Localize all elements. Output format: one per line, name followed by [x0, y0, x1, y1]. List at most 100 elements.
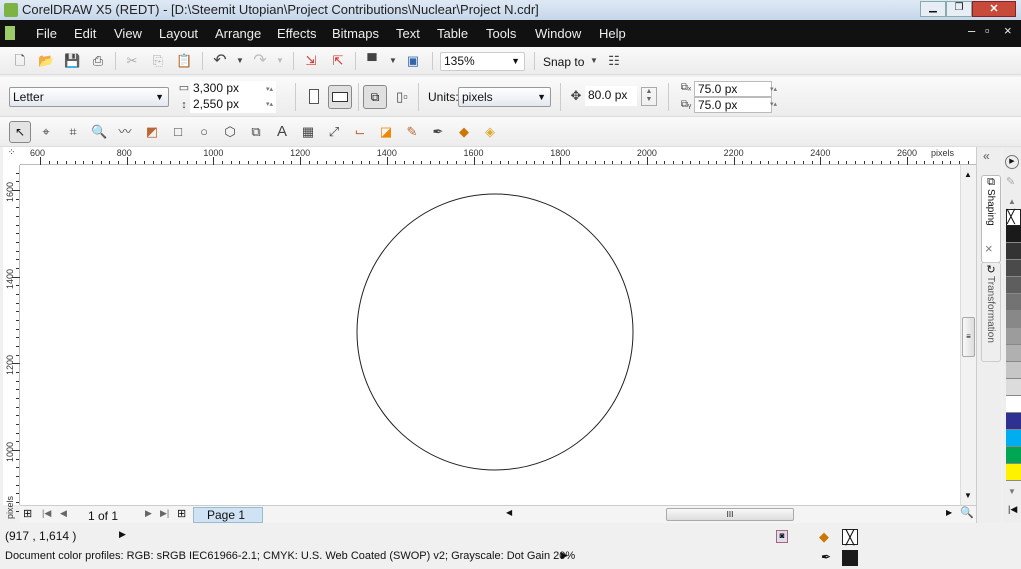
- ellipse-tool-icon[interactable]: ○: [196, 124, 212, 140]
- first-page-icon[interactable]: |◀: [42, 508, 51, 519]
- no-color-swatch[interactable]: ╳: [1006, 209, 1021, 226]
- scroll-down-icon[interactable]: ▼: [964, 491, 972, 500]
- palette-expand-icon[interactable]: |◀: [1008, 504, 1017, 515]
- profiles-expand-icon[interactable]: ▶: [561, 550, 568, 561]
- open-icon[interactable]: 📂: [38, 53, 54, 69]
- paste-icon[interactable]: 📋: [176, 53, 192, 69]
- menu-view[interactable]: View: [114, 26, 142, 41]
- color-swatch[interactable]: [1006, 362, 1021, 379]
- close-button[interactable]: ✕: [972, 1, 1016, 17]
- color-swatch[interactable]: [1006, 277, 1021, 294]
- scroll-left-icon[interactable]: ◀: [506, 508, 512, 517]
- outline-color-swatch[interactable]: [842, 550, 858, 566]
- horizontal-ruler[interactable]: 600 800 1000 1200 1400 1600 1800 2000 2200 2400 26…: [20, 147, 987, 165]
- menu-arrange[interactable]: Arrange: [215, 26, 261, 41]
- palette-scroll-up-icon[interactable]: ▲: [1008, 197, 1016, 206]
- circle-shape[interactable]: [356, 193, 634, 471]
- menu-help[interactable]: Help: [599, 26, 626, 41]
- zoom-navigator-icon[interactable]: 🔍: [960, 506, 974, 519]
- eyedropper-tool-icon[interactable]: ✎: [404, 124, 420, 140]
- palette-scroll-down-icon[interactable]: ▼: [1008, 487, 1016, 496]
- snap-to-button[interactable]: Snap to: [543, 55, 584, 69]
- coords-expand-icon[interactable]: ▶: [119, 529, 126, 540]
- portrait-button[interactable]: [309, 89, 319, 104]
- color-profiles-text[interactable]: Document color profiles: RGB: sRGB IEC61…: [5, 550, 575, 562]
- close-docker-icon[interactable]: ×: [985, 241, 993, 256]
- page-height-field[interactable]: 2,550 px: [190, 97, 276, 113]
- color-swatch[interactable]: [1006, 413, 1021, 430]
- shape-tool-icon[interactable]: ⌖: [38, 124, 54, 140]
- docker-tab-transformation[interactable]: ↻ Transformation: [981, 262, 1001, 362]
- nudge-spinner[interactable]: ▲ ▼: [641, 87, 657, 106]
- new-document-icon[interactable]: 🗋: [12, 53, 28, 69]
- menu-tools[interactable]: Tools: [486, 26, 516, 41]
- pick-tool-icon[interactable]: ↖: [9, 121, 31, 143]
- cut-icon[interactable]: ✂: [124, 53, 140, 69]
- polygon-tool-icon[interactable]: ⬡: [222, 124, 238, 140]
- menu-text[interactable]: Text: [396, 26, 420, 41]
- next-page-icon[interactable]: ▶: [145, 508, 152, 519]
- menu-layout[interactable]: Layout: [159, 26, 198, 41]
- palette-eyedropper-icon[interactable]: ✎: [1006, 175, 1015, 188]
- previous-page-icon[interactable]: ◀: [60, 508, 67, 519]
- duplicate-y-field[interactable]: 75.0 px: [694, 97, 772, 113]
- menu-edit[interactable]: Edit: [74, 26, 96, 41]
- zoom-tool-icon[interactable]: 🔍: [91, 124, 107, 140]
- smart-fill-tool-icon[interactable]: ◩: [144, 124, 160, 140]
- welcome-screen-icon[interactable]: ▣: [405, 53, 421, 69]
- undo-dropdown-icon[interactable]: ▼: [232, 53, 248, 69]
- duplicate-x-field[interactable]: 75.0 px: [694, 81, 772, 97]
- horizontal-scroll-thumb[interactable]: III: [666, 508, 794, 521]
- duplicate-spinner[interactable]: ▾▴ ▾▴: [770, 82, 790, 112]
- options-icon[interactable]: ☷: [606, 53, 622, 69]
- no-fill-swatch[interactable]: ╳: [842, 529, 858, 545]
- export-icon[interactable]: ⇱: [330, 53, 346, 69]
- rectangle-tool-icon[interactable]: □: [170, 124, 186, 140]
- menu-file[interactable]: File: [36, 26, 57, 41]
- color-swatch[interactable]: [1006, 311, 1021, 328]
- crop-tool-icon[interactable]: ⌗: [65, 124, 81, 140]
- table-tool-icon[interactable]: ▦: [300, 124, 316, 140]
- save-icon[interactable]: 💾: [64, 53, 80, 69]
- collapse-docker-icon[interactable]: «: [983, 149, 990, 163]
- vertical-scroll-thumb[interactable]: ≡: [962, 317, 975, 357]
- connector-tool-icon[interactable]: ⌙: [352, 124, 368, 140]
- doc-close-button[interactable]: ×: [1004, 23, 1012, 38]
- copy-icon[interactable]: ⎘: [150, 53, 166, 69]
- ruler-origin[interactable]: ⁘: [3, 147, 20, 165]
- add-page-before-icon[interactable]: ⊞: [23, 507, 32, 520]
- landscape-button[interactable]: [328, 85, 352, 109]
- menu-effects[interactable]: Effects: [277, 26, 317, 41]
- fill-tool-icon[interactable]: ◆: [456, 124, 472, 140]
- launcher-dropdown-icon[interactable]: ▼: [385, 53, 401, 69]
- color-swatch[interactable]: [1006, 396, 1021, 413]
- color-swatch[interactable]: [1006, 430, 1021, 447]
- print-icon[interactable]: ⎙: [90, 53, 106, 69]
- maximize-button[interactable]: ❐: [946, 1, 972, 17]
- vertical-ruler[interactable]: 1600 1400 1200 1000 pixels: [3, 165, 20, 519]
- page-size-select[interactable]: Letter ▼: [9, 87, 169, 107]
- application-launcher-icon[interactable]: ▀: [364, 53, 380, 69]
- snap-dropdown-icon[interactable]: ▼: [586, 53, 602, 69]
- add-page-after-icon[interactable]: ⊞: [177, 507, 186, 520]
- color-swatch[interactable]: [1006, 260, 1021, 277]
- color-swatch[interactable]: [1006, 464, 1021, 481]
- size-spinner[interactable]: ▾▴ ▾▴: [266, 82, 286, 112]
- scroll-up-icon[interactable]: ▲: [964, 170, 972, 179]
- blend-tool-icon[interactable]: ◪: [378, 124, 394, 140]
- page-width-field[interactable]: 3,300 px: [190, 81, 276, 97]
- all-pages-button[interactable]: ⧉: [363, 85, 387, 109]
- dimension-tool-icon[interactable]: ⤢: [326, 124, 342, 140]
- redo-icon[interactable]: ↷: [252, 53, 268, 69]
- units-select[interactable]: pixels ▼: [458, 87, 551, 107]
- color-swatch[interactable]: [1006, 345, 1021, 362]
- menu-window[interactable]: Window: [535, 26, 581, 41]
- redo-dropdown-icon[interactable]: ▼: [272, 53, 288, 69]
- color-swatch[interactable]: [1006, 294, 1021, 311]
- zoom-level-select[interactable]: 135% ▼: [440, 52, 525, 71]
- color-proof-icon[interactable]: ◙: [776, 530, 788, 543]
- menu-bitmaps[interactable]: Bitmaps: [332, 26, 379, 41]
- text-tool-icon[interactable]: A: [274, 124, 290, 140]
- doc-restore-button[interactable]: ▫: [985, 23, 990, 38]
- vertical-scrollbar[interactable]: ▲ ≡ ▼: [960, 165, 976, 505]
